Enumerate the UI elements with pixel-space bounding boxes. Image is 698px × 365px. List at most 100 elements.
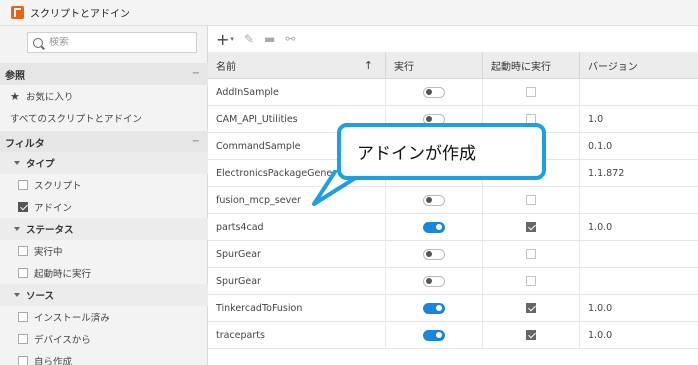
cell-run — [386, 79, 483, 105]
table-row[interactable]: traceparts 1.0.0 — [208, 322, 698, 349]
section-reference[interactable]: 参照 − — [0, 63, 208, 85]
filter-option-installed[interactable]: インストール済み — [0, 306, 208, 328]
filter-group-type[interactable]: タイプ — [0, 152, 208, 174]
filter-option-startup[interactable]: 起動時に実行 — [0, 262, 208, 284]
app-icon — [11, 6, 24, 19]
checkbox-installed[interactable] — [18, 312, 28, 322]
cell-name: SpurGear — [208, 268, 386, 294]
cell-run — [386, 187, 483, 213]
filter-group-source[interactable]: ソース — [0, 284, 208, 306]
cell-name: traceparts — [208, 322, 386, 348]
edit-icon[interactable]: ✎ — [244, 32, 254, 46]
checkbox-device[interactable] — [18, 334, 28, 344]
cell-version: 1.0 — [580, 106, 698, 132]
unlink-icon[interactable]: ⚯ — [285, 32, 295, 46]
toolbar: + ▾ ✎ ▬ ⚯ — [208, 26, 698, 52]
sidebar: 参照 − ★ お気に入り すべてのスクリプトとアドイン フィルタ − タイプ ス… — [0, 26, 208, 365]
addin-name: CommandSample — [216, 140, 301, 152]
annotation-callout: アドインが作成 — [337, 123, 546, 180]
sort-ascending-icon[interactable]: ↑ — [364, 59, 373, 72]
addin-version: 1.0 — [588, 113, 604, 125]
section-reference-title: 参照 — [5, 70, 25, 82]
cell-startup — [483, 241, 580, 267]
sidebar-item-all[interactable]: すべてのスクリプトとアドイン — [0, 107, 208, 129]
checkbox-self-made[interactable] — [18, 356, 28, 365]
addin-name: SpurGear — [216, 275, 261, 287]
cell-startup — [483, 295, 580, 321]
startup-checkbox[interactable] — [526, 195, 536, 205]
table-row[interactable]: parts4cad 1.0.0 — [208, 214, 698, 241]
filter-option-label: アドイン — [34, 203, 73, 214]
filter-option-running[interactable]: 実行中 — [0, 240, 208, 262]
startup-checkbox[interactable] — [526, 303, 536, 313]
startup-checkbox[interactable] — [526, 249, 536, 259]
addin-version: 1.1.872 — [588, 167, 625, 179]
add-dropdown-icon[interactable]: ▾ — [230, 35, 234, 43]
addin-name: SpurGear — [216, 248, 261, 260]
run-toggle[interactable] — [423, 248, 445, 260]
section-filter[interactable]: フィルタ − — [0, 131, 208, 153]
filter-option-addin[interactable]: アドイン — [0, 196, 208, 218]
column-header-name[interactable]: 名前 ↑ — [208, 52, 386, 78]
cell-version — [580, 187, 698, 213]
star-icon: ★ — [10, 89, 20, 103]
checkbox-script[interactable] — [18, 180, 28, 190]
filter-option-self-made[interactable]: 自ら作成 — [0, 350, 208, 365]
addin-name: AddInSample — [216, 86, 279, 98]
run-toggle[interactable] — [423, 329, 445, 341]
chevron-down-icon — [14, 161, 20, 165]
filter-group-status[interactable]: ステータス — [0, 218, 208, 240]
cell-version: 1.0.0 — [580, 295, 698, 321]
add-icon[interactable]: + — [216, 30, 229, 49]
table-row[interactable]: fusion_mcp_sever — [208, 187, 698, 214]
folder-icon[interactable]: ▬ — [264, 32, 275, 46]
column-header-run[interactable]: 実行 — [386, 52, 483, 78]
filter-option-script[interactable]: スクリプト — [0, 174, 208, 196]
addin-version: 1.0.0 — [588, 329, 613, 341]
cell-name: AddInSample — [208, 79, 386, 105]
checkbox-addin[interactable] — [18, 202, 28, 212]
sidebar-item-favorites[interactable]: ★ お気に入り — [0, 85, 208, 107]
addin-name: TinkercadToFusion — [216, 302, 303, 314]
table-row[interactable]: TinkercadToFusion 1.0.0 — [208, 295, 698, 322]
cell-startup — [483, 79, 580, 105]
checkbox-running[interactable] — [18, 246, 28, 256]
collapse-reference-icon[interactable]: − — [192, 68, 200, 79]
cell-run — [386, 295, 483, 321]
cell-startup — [483, 268, 580, 294]
filter-option-device[interactable]: デバイスから — [0, 328, 208, 350]
run-toggle[interactable] — [423, 221, 445, 233]
column-header-version[interactable]: バージョン — [580, 52, 698, 78]
checkbox-startup[interactable] — [18, 268, 28, 278]
cell-version — [580, 241, 698, 267]
run-toggle[interactable] — [423, 86, 445, 98]
search-icon — [33, 37, 43, 48]
table-row[interactable]: SpurGear — [208, 268, 698, 295]
cell-version: 1.0.0 — [580, 214, 698, 240]
collapse-filter-icon[interactable]: − — [192, 136, 200, 147]
cell-run — [386, 268, 483, 294]
cell-run — [386, 241, 483, 267]
run-toggle[interactable] — [423, 302, 445, 314]
column-header-startup[interactable]: 起動時に実行 — [483, 52, 580, 78]
startup-checkbox[interactable] — [526, 330, 536, 340]
column-header-label: 名前 — [216, 61, 236, 73]
section-filter-title: フィルタ — [5, 138, 45, 150]
addin-table: 名前 ↑ 実行 起動時に実行 バージョン AddInSample CAM_API_… — [208, 52, 698, 349]
run-toggle[interactable] — [423, 275, 445, 287]
run-toggle[interactable] — [423, 194, 445, 206]
chevron-down-icon — [14, 227, 20, 231]
cell-name: TinkercadToFusion — [208, 295, 386, 321]
addin-name: traceparts — [216, 329, 265, 341]
table-row[interactable]: AddInSample — [208, 79, 698, 106]
search-input[interactable] — [49, 37, 189, 48]
table-row[interactable]: SpurGear — [208, 241, 698, 268]
sidebar-item-label: お気に入り — [25, 92, 74, 103]
search-box[interactable] — [27, 32, 197, 53]
startup-checkbox[interactable] — [526, 276, 536, 286]
startup-checkbox[interactable] — [526, 87, 536, 97]
addin-version: 1.0.0 — [588, 302, 613, 314]
filter-group-title: ステータス — [26, 225, 74, 236]
startup-checkbox[interactable] — [526, 222, 536, 232]
chevron-down-icon — [14, 293, 20, 297]
